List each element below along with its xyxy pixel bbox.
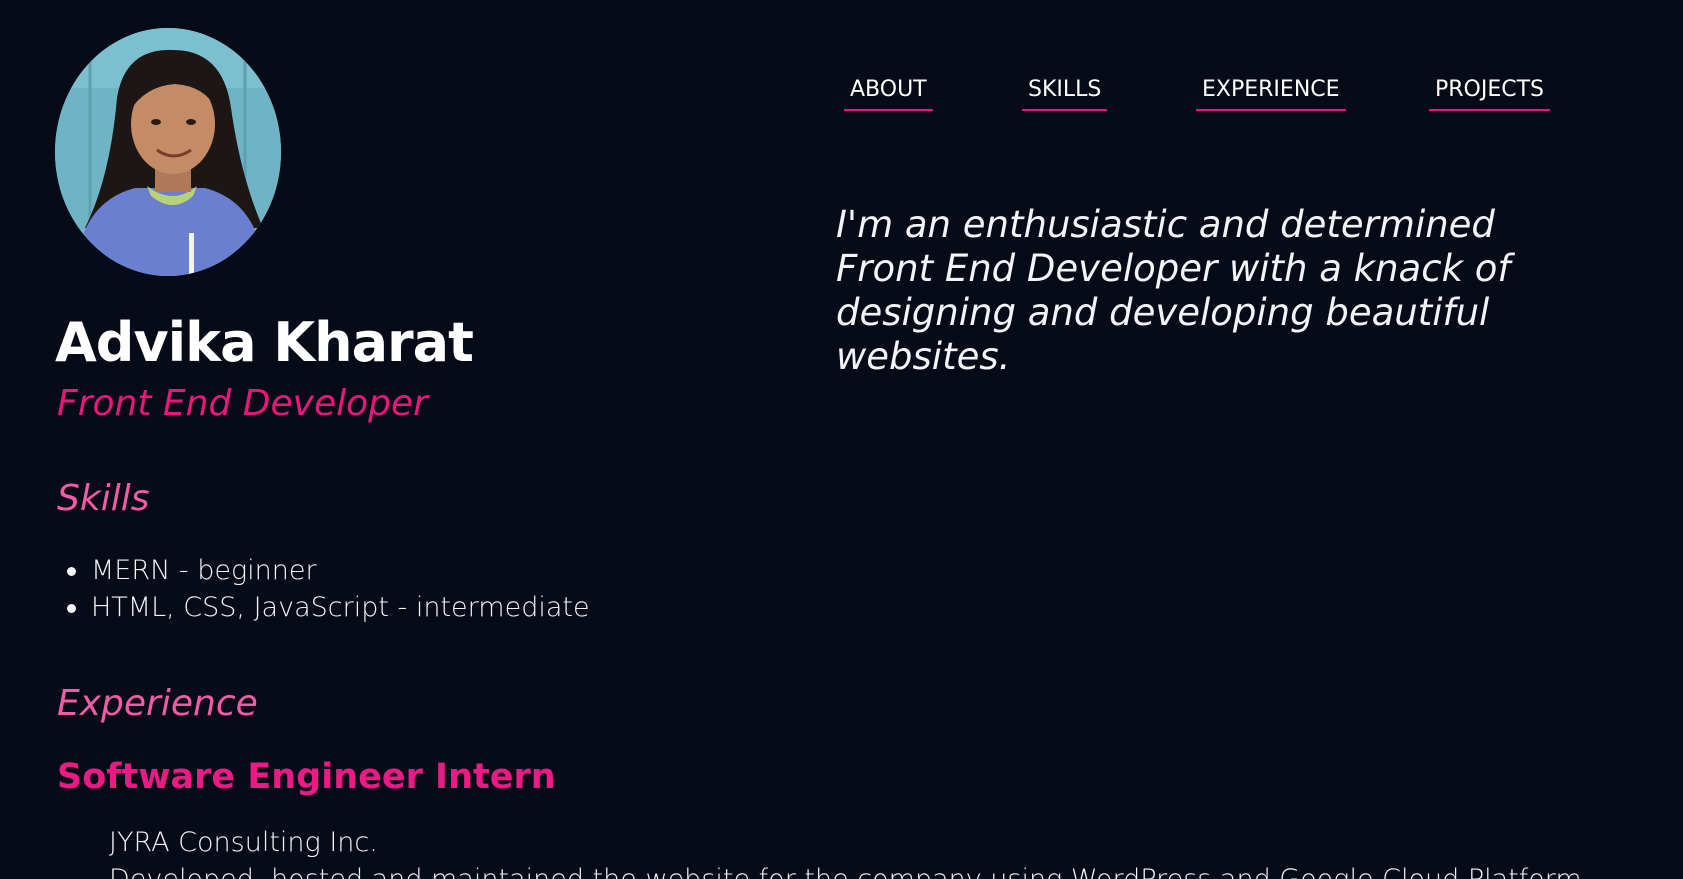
nav-link-about[interactable]: ABOUT	[844, 75, 933, 111]
portfolio-page: Advika Kharat Front End Developer Skills…	[0, 0, 1683, 879]
main-nav: ABOUT SKILLS EXPERIENCE PROJECTS	[0, 75, 1683, 115]
job-description: Developed, hosted and maintained the web…	[109, 866, 1582, 879]
profile-name: Advika Kharat	[55, 311, 474, 374]
list-item: HTML, CSS, JavaScript - intermediate	[67, 589, 590, 626]
list-item: MERN - beginner	[67, 552, 590, 589]
nav-link-experience[interactable]: EXPERIENCE	[1196, 75, 1346, 111]
skills-list: MERN - beginner HTML, CSS, JavaScript - …	[57, 552, 590, 626]
nav-link-skills[interactable]: SKILLS	[1022, 75, 1108, 111]
profile-role: Front End Developer	[57, 383, 428, 424]
profile-photo-icon	[55, 28, 281, 276]
job-company: JYRA Consulting Inc.	[109, 827, 378, 858]
job-title: Software Engineer Intern	[57, 757, 556, 797]
experience-heading: Experience	[57, 683, 258, 724]
skills-heading: Skills	[57, 478, 150, 519]
intro-text: I'm an enthusiastic and determined Front…	[836, 203, 1511, 378]
nav-link-projects[interactable]: PROJECTS	[1429, 75, 1551, 111]
profile-photo	[55, 28, 281, 276]
